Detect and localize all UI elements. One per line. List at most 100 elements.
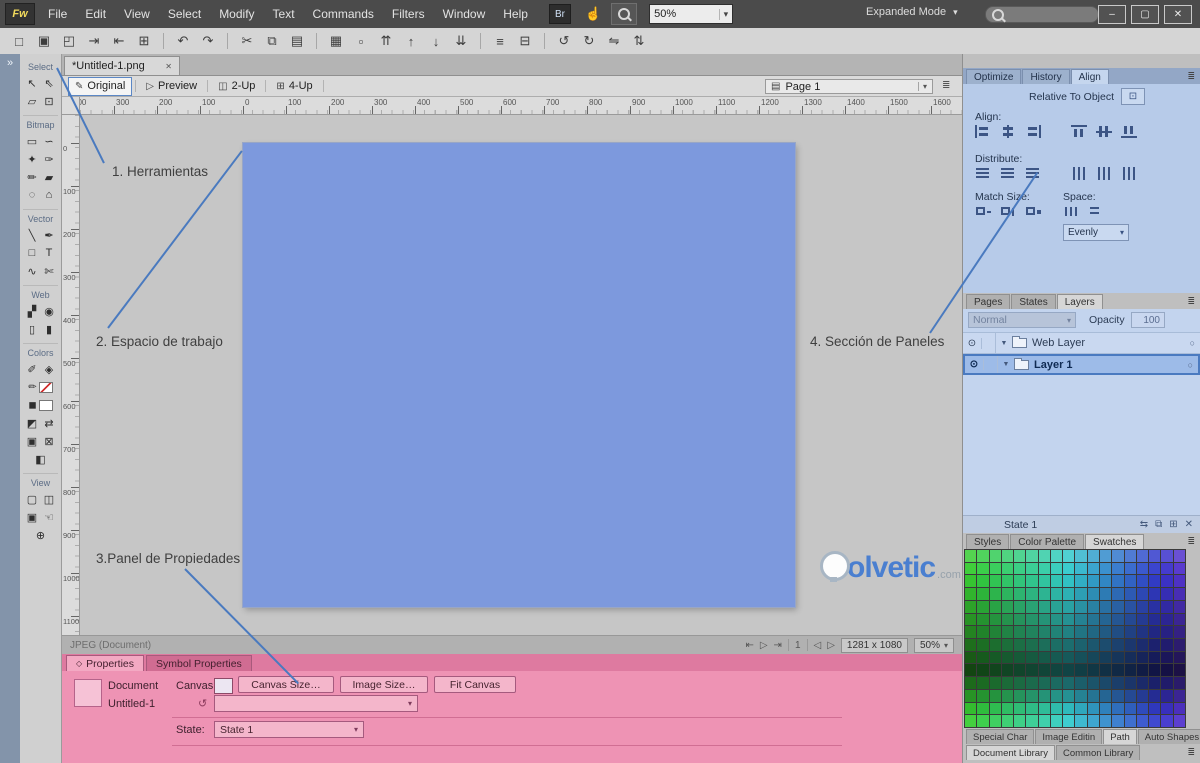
color-swatch[interactable] — [1100, 702, 1112, 715]
color-swatch[interactable] — [1136, 600, 1149, 613]
color-swatch[interactable] — [1124, 664, 1136, 677]
color-swatch[interactable] — [1149, 677, 1161, 689]
app-logo[interactable]: Fw — [5, 3, 35, 25]
color-swatch[interactable] — [1063, 689, 1075, 702]
zoom-level-select[interactable]: 50% ▾ — [649, 4, 734, 24]
align-tab-history[interactable]: History — [1022, 69, 1070, 84]
paint-bucket-tool[interactable]: ◈ — [41, 360, 58, 378]
pencil-tool[interactable]: ✏ — [24, 168, 41, 186]
color-swatch[interactable] — [1001, 588, 1014, 600]
menu-file[interactable]: File — [39, 0, 76, 28]
rubber-stamp-tool[interactable]: ⌂ — [41, 186, 58, 204]
color-swatch[interactable] — [977, 588, 989, 600]
align-objects-icon[interactable]: ≡ — [491, 34, 509, 49]
color-swatch[interactable] — [1038, 702, 1050, 715]
color-swatch[interactable] — [989, 702, 1001, 715]
page-selector[interactable]: ▤ Page 1 ▾ — [765, 79, 933, 94]
color-swatch[interactable] — [1014, 651, 1026, 664]
color-swatch[interactable] — [1026, 613, 1038, 626]
hand-tool-icon[interactable]: ☝ — [585, 6, 601, 22]
flip-vertical-icon[interactable]: ⇅ — [630, 33, 648, 49]
color-swatch[interactable] — [977, 575, 989, 588]
slice-tool[interactable]: ▞ — [24, 302, 41, 320]
color-swatch[interactable] — [1026, 638, 1038, 651]
relative-to-object-button[interactable]: ⊡ — [1121, 88, 1145, 105]
color-swatch[interactable] — [1063, 626, 1075, 638]
show-slices-button[interactable]: ▮ — [41, 320, 58, 338]
color-swatch[interactable] — [1001, 626, 1014, 638]
stroke-color-swatch[interactable] — [38, 381, 53, 393]
color-swatch[interactable] — [1112, 702, 1124, 715]
menu-edit[interactable]: Edit — [76, 0, 115, 28]
freeform-tool[interactable]: ∿ — [24, 262, 41, 280]
export-icon[interactable]: ⇤ — [110, 33, 128, 49]
space-evenly-dropdown[interactable]: Evenly ▾ — [1063, 224, 1129, 241]
color-swatch[interactable] — [1100, 677, 1112, 689]
document-canvas[interactable] — [243, 143, 795, 607]
close-button[interactable]: ✕ — [1164, 5, 1192, 24]
color-swatch[interactable] — [1173, 689, 1185, 702]
color-swatch[interactable] — [1026, 677, 1038, 689]
color-swatch[interactable] — [1001, 689, 1014, 702]
color-swatch[interactable] — [977, 689, 989, 702]
marquee-tool[interactable]: ▭ — [24, 132, 41, 150]
color-swatch[interactable] — [1124, 651, 1136, 664]
color-swatch[interactable] — [1014, 550, 1026, 562]
color-swatch[interactable] — [1001, 600, 1014, 613]
color-swatch[interactable] — [1063, 588, 1075, 600]
rectangle-tool[interactable]: □ — [24, 244, 41, 262]
state-dropdown[interactable]: State 1 ▾ — [214, 721, 364, 738]
color-swatch[interactable] — [1087, 677, 1100, 689]
full-screen-button[interactable]: ▣ — [24, 508, 41, 526]
color-swatch[interactable] — [1124, 689, 1136, 702]
color-swatch[interactable] — [1124, 550, 1136, 562]
color-swatch[interactable] — [1075, 689, 1087, 702]
flip-horizontal-icon[interactable]: ⇋ — [605, 33, 623, 49]
document-tab[interactable]: *Untitled-1.png ✕ — [64, 56, 180, 75]
color-swatch[interactable] — [1112, 562, 1124, 575]
color-swatch[interactable] — [965, 638, 977, 651]
brush-tool[interactable]: ✑ — [41, 150, 58, 168]
canvas-color-well[interactable] — [214, 678, 233, 694]
color-swatch[interactable] — [1136, 638, 1149, 651]
color-swatch[interactable] — [1124, 715, 1136, 727]
distribute-center-icon[interactable] — [1096, 167, 1112, 180]
space-horizontal-icon[interactable] — [1063, 205, 1079, 218]
color-swatch[interactable] — [965, 677, 977, 689]
layers-tab-layers[interactable]: Layers — [1056, 294, 1103, 309]
maximize-button[interactable]: ▢ — [1131, 5, 1159, 24]
color-swatch[interactable] — [1161, 677, 1173, 689]
view-4-up-button[interactable]: ⊞ 4-Up — [269, 77, 319, 96]
menu-filters[interactable]: Filters — [383, 0, 434, 28]
color-swatch[interactable] — [1050, 600, 1063, 613]
color-swatch[interactable] — [989, 677, 1001, 689]
color-swatch[interactable] — [1161, 613, 1173, 626]
fill-color-well[interactable]: ◼ — [24, 396, 58, 414]
color-swatch[interactable] — [965, 562, 977, 575]
new-document-icon[interactable]: □ — [10, 34, 28, 49]
color-swatch[interactable] — [1075, 626, 1087, 638]
image-size-button[interactable]: Image Size… — [340, 676, 428, 693]
panel-tab-image-editin[interactable]: Image Editin — [1035, 729, 1103, 744]
color-swatch[interactable] — [1063, 600, 1075, 613]
color-swatch[interactable] — [1100, 651, 1112, 664]
color-swatch[interactable] — [1173, 588, 1185, 600]
previous-state-button[interactable]: ◁ — [814, 640, 822, 651]
bring-to-front-icon[interactable]: ⇈ — [377, 33, 395, 49]
color-swatch[interactable] — [1001, 651, 1014, 664]
color-swatch[interactable] — [1087, 613, 1100, 626]
crop-tool[interactable]: ⊡ — [41, 92, 58, 110]
full-screen-menus-button[interactable]: ◫ — [41, 490, 58, 508]
color-swatch[interactable] — [1161, 600, 1173, 613]
color-swatch[interactable] — [1087, 562, 1100, 575]
new-layer-icon[interactable]: ⊞ — [1169, 519, 1177, 530]
menu-view[interactable]: View — [115, 0, 159, 28]
color-swatch[interactable] — [989, 613, 1001, 626]
color-swatch[interactable] — [965, 626, 977, 638]
pen-tool[interactable]: ✒ — [41, 226, 58, 244]
color-swatch[interactable] — [1100, 575, 1112, 588]
zoom-tool[interactable]: ⊕ — [32, 526, 49, 544]
color-swatch[interactable] — [1161, 664, 1173, 677]
bridge-button[interactable]: Br — [548, 4, 571, 24]
save-icon[interactable]: ▣ — [35, 33, 53, 49]
